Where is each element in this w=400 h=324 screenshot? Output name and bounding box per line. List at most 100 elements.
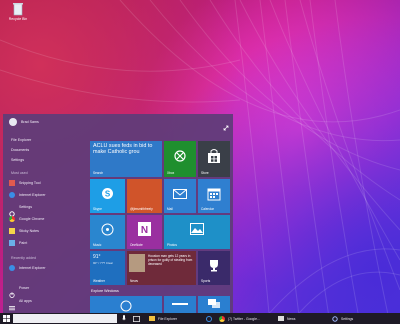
skype-tile[interactable]: S Skype bbox=[90, 179, 125, 213]
mail-label: Mail bbox=[167, 207, 173, 211]
store-tile[interactable]: Store bbox=[198, 141, 230, 177]
windows-logo-icon bbox=[3, 315, 10, 322]
svg-text:N: N bbox=[141, 225, 148, 236]
mail-tile[interactable]: Mail bbox=[164, 179, 196, 213]
taskbar: File Explorer (7) Twitter - Google... Ne… bbox=[0, 313, 400, 324]
weather-temp: 91° bbox=[93, 254, 101, 260]
recycle-bin-label: Recycle Bin bbox=[8, 17, 28, 21]
music-label: Music bbox=[93, 243, 102, 247]
taskbar-app-edge[interactable] bbox=[206, 313, 212, 324]
news-icon bbox=[278, 316, 284, 321]
app-paint[interactable]: Paint bbox=[9, 240, 27, 246]
folder-icon bbox=[149, 316, 155, 321]
gear-icon bbox=[332, 315, 338, 322]
weather-tile[interactable]: 91° 90° / 7?? Clear Weather bbox=[90, 251, 125, 285]
search-box[interactable] bbox=[13, 314, 117, 323]
weather-label: Weather bbox=[93, 279, 105, 283]
photos-tile[interactable]: Photos bbox=[164, 215, 230, 249]
power-button[interactable]: Power bbox=[9, 285, 29, 298]
taskbar-app-label: File Explorer bbox=[158, 316, 178, 321]
app-settings[interactable]: Settings bbox=[9, 204, 32, 217]
app-google-chrome[interactable]: Google Chrome bbox=[9, 216, 44, 222]
task-view-button[interactable] bbox=[132, 313, 141, 324]
app-label: Snipping Tool bbox=[19, 181, 41, 185]
news-headline: ACLU sues feds in bid to make Catholic g… bbox=[93, 143, 153, 156]
taskbar-app-label: (7) Twitter - Google... bbox=[228, 316, 260, 321]
onenote-icon: N bbox=[138, 222, 151, 236]
sports-tile[interactable]: Sports bbox=[198, 251, 230, 285]
nav-documents[interactable]: Documents bbox=[11, 148, 29, 152]
recycle-bin[interactable]: Recycle Bin bbox=[4, 2, 32, 21]
app-internet-explorer-recent[interactable]: Internet Explorer bbox=[9, 265, 46, 271]
nav-settings[interactable]: Settings bbox=[11, 158, 24, 162]
explore-tile-1[interactable] bbox=[90, 296, 162, 313]
start-button[interactable] bbox=[2, 313, 11, 324]
all-apps-label: All apps bbox=[19, 299, 32, 303]
onenote-label: OneNote bbox=[130, 243, 143, 247]
all-apps-button[interactable]: All apps bbox=[9, 298, 32, 311]
skype-label: Skype bbox=[93, 207, 102, 211]
chat-icon bbox=[208, 299, 220, 308]
store-bag-icon bbox=[208, 149, 220, 163]
explore-tile-3[interactable] bbox=[198, 296, 230, 313]
news-photo bbox=[129, 254, 145, 272]
user-account[interactable]: Brad Sams bbox=[9, 118, 39, 126]
music-icon bbox=[101, 223, 114, 236]
gear-icon bbox=[9, 204, 15, 217]
news-tile[interactable]: ACLU sues feds in bid to make Catholic g… bbox=[90, 141, 162, 177]
xbox-label: Xbox bbox=[167, 171, 175, 175]
sports-label: Sports bbox=[201, 279, 211, 283]
taskbar-app-chrome[interactable]: (7) Twitter - Google... bbox=[219, 313, 260, 324]
avatar bbox=[9, 118, 17, 126]
nav-file-explorer[interactable]: File Explorer bbox=[11, 138, 31, 142]
onenote-tile[interactable]: N OneNote bbox=[127, 215, 162, 249]
start-menu: Brad Sams File Explorer Documents Settin… bbox=[3, 114, 233, 313]
taskbar-app-settings[interactable]: Settings bbox=[332, 313, 353, 324]
news2-text: Houston man gets 12 years in prison for … bbox=[148, 254, 193, 266]
mail-icon bbox=[173, 189, 187, 199]
explore-tile-2[interactable] bbox=[164, 296, 196, 313]
news2-label: News bbox=[130, 279, 138, 283]
xbox-icon bbox=[174, 150, 186, 162]
xbox-tile[interactable]: Xbox bbox=[164, 141, 196, 177]
list-icon bbox=[9, 298, 15, 311]
app-sticky-notes[interactable]: Sticky Notes bbox=[9, 228, 39, 234]
taskbar-app-file-explorer[interactable]: File Explorer bbox=[149, 313, 177, 324]
calendar-icon bbox=[207, 188, 221, 201]
app-label: Google Chrome bbox=[19, 217, 45, 221]
taskbar-app-news[interactable]: News bbox=[278, 313, 295, 324]
app-label: Settings bbox=[19, 205, 32, 209]
app-snipping-tool[interactable]: Snipping Tool bbox=[9, 180, 41, 186]
microphone-icon bbox=[122, 315, 126, 321]
news2-tile[interactable]: Houston man gets 12 years in prison for … bbox=[127, 251, 196, 285]
edge-icon bbox=[206, 315, 212, 322]
photos-label: Photos bbox=[167, 243, 177, 247]
most-used-header: Most used bbox=[11, 171, 28, 175]
app-label: Sticky Notes bbox=[19, 229, 39, 233]
app-label: Paint bbox=[19, 241, 28, 245]
taskbar-app-label: Settings bbox=[341, 316, 354, 321]
app-internet-explorer[interactable]: Internet Explorer bbox=[9, 192, 46, 198]
user-name: Brad Sams bbox=[21, 120, 39, 124]
news-tile-label: Search bbox=[93, 171, 104, 175]
internet-explorer-icon bbox=[9, 192, 15, 198]
feedback-icon bbox=[172, 303, 188, 305]
calendar-tile[interactable]: Calendar bbox=[198, 179, 230, 213]
music-tile[interactable]: Music bbox=[90, 215, 125, 249]
chrome-icon bbox=[9, 216, 15, 222]
store-label: Store bbox=[201, 171, 209, 175]
get-started-icon bbox=[120, 300, 132, 312]
app-label: Internet Explorer bbox=[19, 266, 46, 270]
power-icon bbox=[9, 285, 15, 298]
expand-icon[interactable] bbox=[223, 118, 229, 131]
twitter-tile[interactable]: @jlmsmithfreely bbox=[127, 179, 162, 213]
weather-details: 90° / 7?? Clear bbox=[93, 261, 114, 265]
taskbar-app-label: News bbox=[287, 316, 296, 321]
microphone-button[interactable] bbox=[120, 313, 128, 324]
start-left-pane: Brad Sams File Explorer Documents Settin… bbox=[3, 114, 85, 313]
chrome-icon bbox=[219, 315, 225, 322]
trophy-icon bbox=[210, 260, 218, 272]
paint-icon bbox=[9, 240, 15, 246]
recycle-bin-icon bbox=[12, 2, 24, 16]
sticky-notes-icon bbox=[9, 228, 15, 234]
